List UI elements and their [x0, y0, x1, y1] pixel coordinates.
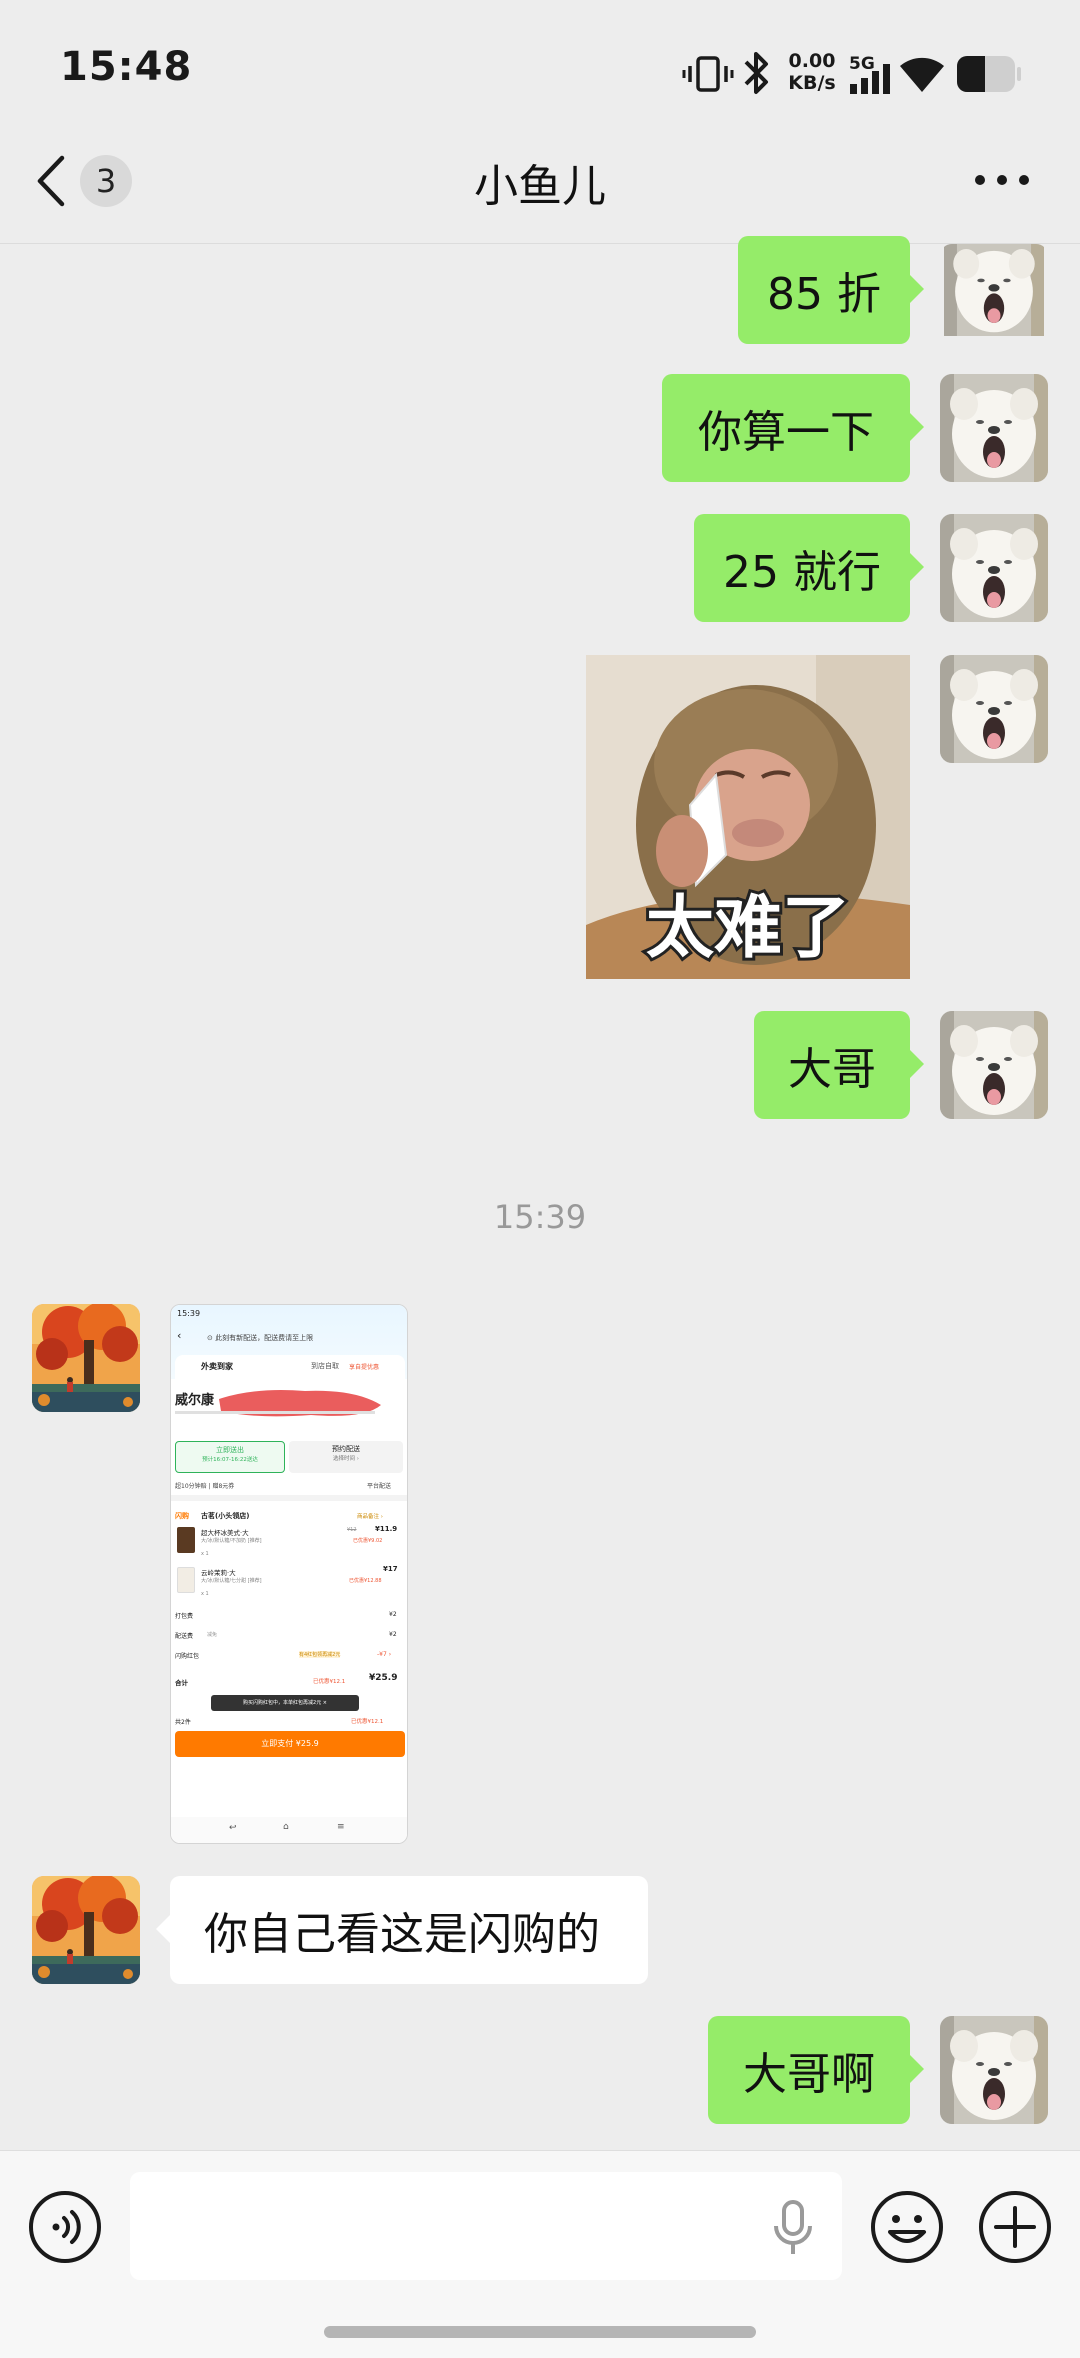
shot-redpack-label: 闪购红包 — [175, 1653, 200, 1660]
my-avatar[interactable] — [940, 1011, 1048, 1119]
shot-item2-desc: 大/冰/默认糖/七分甜 [推荐] — [201, 1578, 262, 1584]
my-avatar[interactable] — [940, 244, 1048, 344]
shot-item2-image — [177, 1567, 195, 1593]
my-avatar[interactable] — [940, 374, 1048, 482]
message-bubble[interactable]: 大哥啊 — [708, 2016, 924, 2124]
message-bubble[interactable]: 你自己看这是闪购的 — [156, 1876, 648, 1984]
shot-item1-price: ¥11.9 — [375, 1525, 398, 1533]
shot-flash-tag: 闪购 — [175, 1512, 189, 1520]
emoji-icon[interactable] — [870, 2190, 944, 2264]
shot-option-later-sub: 选择时间 › — [333, 1456, 359, 1462]
chat-timestamp: 15:39 — [493, 1198, 587, 1236]
shot-toast: 购买闪购红包中，本单红包再减2元 × — [211, 1695, 359, 1711]
contact-avatar[interactable] — [32, 1876, 140, 1984]
shot-fee-delivery-label: 配送费 — [175, 1633, 194, 1640]
shot-item1-image — [177, 1527, 195, 1553]
shot-store-name: 威尔康 — [175, 1393, 215, 1408]
message-outgoing[interactable]: 85 折 — [738, 236, 924, 344]
plus-icon[interactable] — [978, 2190, 1052, 2264]
sticker-message[interactable]: 太难了 — [586, 655, 910, 979]
message-outgoing[interactable]: 大哥 — [754, 1011, 924, 1119]
shot-tab-pickup: 到店自取 — [311, 1362, 339, 1370]
shot-count-label: 共2件 — [175, 1719, 191, 1726]
shot-tab-delivery: 外卖到家 — [201, 1362, 233, 1371]
shot-total-label: 合计 — [175, 1679, 188, 1687]
shot-shop-line: 古茗(小头领店) — [201, 1512, 250, 1520]
shot-back-icon: ‹ — [177, 1329, 182, 1342]
shot-nav-bar — [171, 1817, 407, 1843]
message-bubble[interactable]: 85 折 — [738, 236, 924, 344]
status-time: 15:48 — [60, 44, 193, 90]
image-message-order-screenshot[interactable]: 15:39 ‹ ⊙ 此刻有新配送，配送费请至上限 外卖到家 到店自取 享自提优惠… — [170, 1304, 408, 1844]
my-avatar[interactable] — [940, 2016, 1048, 2124]
shot-option-later: 预约配送 选择时间 › — [289, 1441, 403, 1473]
redaction-scribble — [219, 1390, 381, 1417]
shot-option-now-title: 立即送出 — [216, 1446, 244, 1454]
shot-nav-back-icon: ↩ — [229, 1823, 237, 1833]
shot-item2-qty: x 1 — [201, 1591, 209, 1597]
shot-option-now-sub: 预计16:07-16:22送达 — [202, 1457, 258, 1463]
contact-avatar[interactable] — [32, 1304, 140, 1412]
battery-icon — [957, 56, 1021, 92]
shot-status-time: 15:39 — [177, 1309, 201, 1318]
shot-fee-pack-label: 打包费 — [175, 1613, 194, 1620]
shot-total-discount: 已优惠¥12.1 — [313, 1679, 346, 1685]
shot-item2-name: 云岭茉莉·大 — [201, 1569, 236, 1577]
shot-option-now: 立即送出 预计16:07-16:22送达 — [175, 1441, 285, 1473]
message-bubble[interactable]: 你算一下 — [662, 374, 924, 482]
shot-redpack: -¥7 › — [377, 1651, 392, 1658]
shot-redpack-note: 有4红包领再减2元 — [299, 1651, 341, 1658]
shot-fee-delivery: ¥2 — [389, 1631, 397, 1638]
shot-item1-qty: x 1 — [201, 1551, 209, 1557]
wifi-icon — [900, 57, 944, 92]
my-avatar[interactable] — [940, 514, 1048, 622]
more-dots-icon[interactable] — [972, 160, 1032, 200]
chat-title: 小鱼儿 — [474, 161, 606, 212]
shot-count-discount: 已优惠¥12.1 — [351, 1719, 384, 1725]
shot-item1-price-old: ¥12 — [347, 1527, 357, 1533]
message-outgoing[interactable]: 你算一下 — [662, 374, 924, 482]
shot-nav-menu-icon: ≡ — [337, 1822, 345, 1832]
shot-item1-desc: 大/冰/默认糖/不加奶 [推荐] — [201, 1538, 262, 1544]
shot-section-gap — [171, 1495, 407, 1501]
message-outgoing[interactable]: 25 就行 — [694, 514, 924, 622]
shot-item1-discount: 已优惠¥9.02 — [353, 1538, 383, 1544]
shot-divider — [175, 1411, 375, 1414]
my-avatar[interactable] — [940, 655, 1048, 763]
message-bubble[interactable]: 大哥 — [754, 1011, 924, 1119]
sticker-caption: 太难了 — [646, 889, 850, 968]
shot-tab-tag: 享自提优惠 — [349, 1364, 380, 1371]
shot-notice: ⊙ 此刻有新配送，配送费请至上限 — [207, 1334, 314, 1342]
shot-option-later-title: 预约配送 — [332, 1445, 360, 1453]
home-indicator[interactable] — [324, 2326, 756, 2338]
shot-fee-pack: ¥2 — [389, 1611, 397, 1618]
message-bubble[interactable]: 25 就行 — [694, 514, 924, 622]
shot-nav-home-icon: ⌂ — [283, 1822, 289, 1832]
message-outgoing[interactable]: 大哥啊 — [708, 2016, 924, 2124]
crying-monkey-sticker: 太难了 — [586, 655, 910, 979]
net-speed-unit: KB/s — [788, 72, 836, 94]
microphone-icon[interactable] — [772, 2200, 814, 2256]
shot-item2-price: ¥17 — [383, 1565, 398, 1573]
shot-item2-discount: 已优惠¥12.88 — [349, 1578, 382, 1584]
shot-delivery-platform: 平台配送 — [367, 1483, 392, 1490]
shot-pay-button: 立即支付 ¥25.9 — [175, 1731, 405, 1757]
vibrate-icon — [682, 56, 734, 92]
shot-delivery-note: 超10分钟赔 | 赠8元券 — [175, 1483, 235, 1490]
shot-shop-line-right: 商品备注 › — [357, 1514, 383, 1520]
net-speed-value: 0.00 — [788, 50, 836, 72]
voice-toggle-icon[interactable] — [28, 2190, 102, 2264]
signal-icon — [850, 64, 890, 94]
shot-fee-delivery-note: 减免 — [207, 1632, 218, 1638]
message-input[interactable] — [130, 2172, 842, 2280]
net-speed: 0.00 KB/s — [788, 50, 836, 94]
message-incoming[interactable]: 你自己看这是闪购的 — [156, 1876, 648, 1984]
shot-total: ¥25.9 — [369, 1673, 398, 1683]
bluetooth-icon — [744, 52, 768, 94]
shot-item1-name: 超大杯冰美式·大 — [201, 1529, 249, 1537]
